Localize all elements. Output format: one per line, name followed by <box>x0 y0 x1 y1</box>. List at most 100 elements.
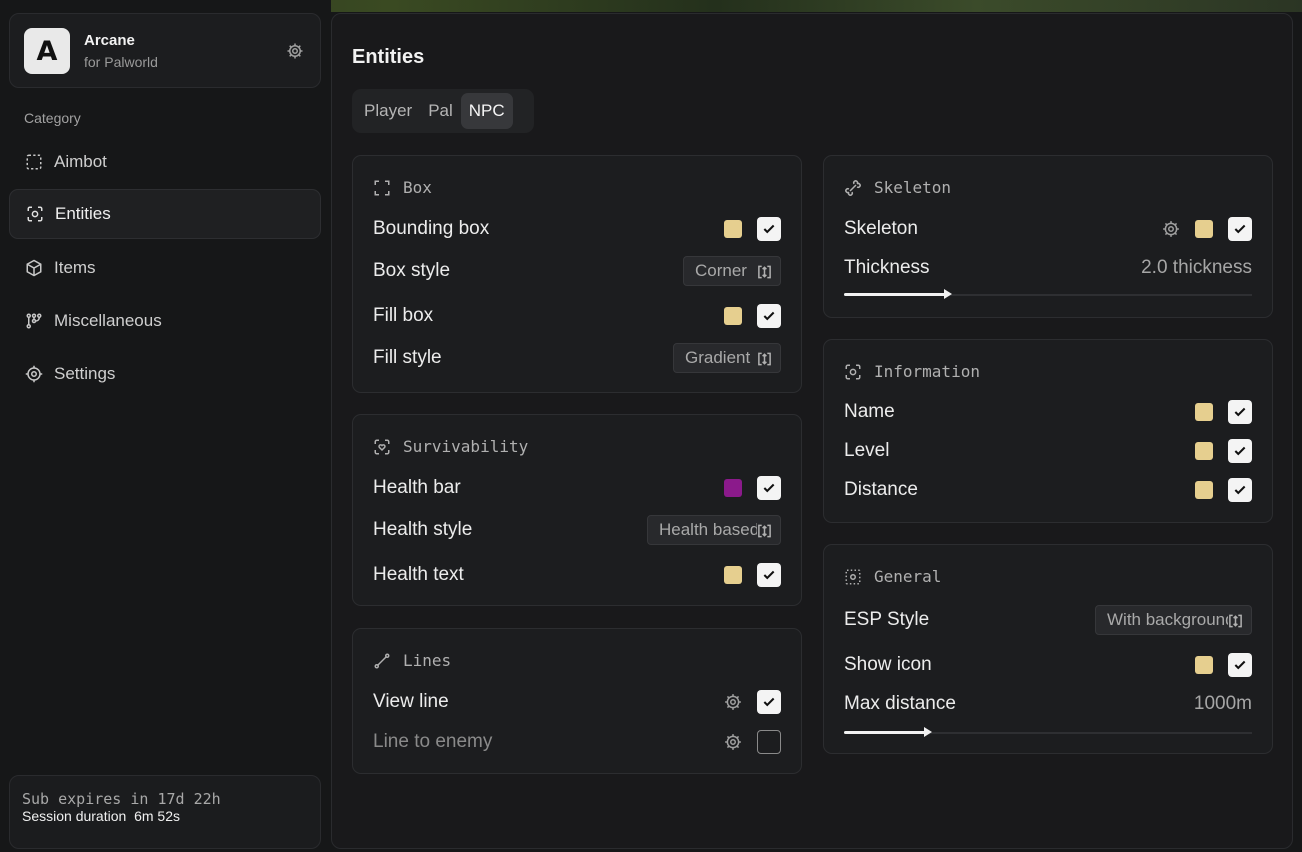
select-arrows-icon <box>1228 613 1243 629</box>
sidebar-item-aimbot[interactable]: Aimbot <box>9 137 321 187</box>
fill-box-row: Fill box <box>373 301 781 331</box>
esp-style-row: ESP Style With background <box>844 605 1252 635</box>
app-subtitle: for Palworld <box>84 54 158 70</box>
gear-icon[interactable] <box>724 693 742 711</box>
category-label: Category <box>24 110 81 126</box>
card-header: Lines <box>373 651 451 670</box>
show-icon-checkbox[interactable] <box>1228 653 1252 677</box>
session-duration-value: 6m 52s <box>134 808 180 824</box>
survivability-card: Survivability Health bar Health style He… <box>352 414 802 606</box>
name-checkbox[interactable] <box>1228 400 1252 424</box>
tab-pal[interactable]: Pal <box>420 93 461 129</box>
color-swatch[interactable] <box>1195 403 1213 421</box>
fill-style-row: Fill style Gradient <box>373 343 781 373</box>
main-panel: Entities Player Pal NPC Box Bounding box… <box>331 13 1293 849</box>
color-swatch[interactable] <box>1195 656 1213 674</box>
color-swatch[interactable] <box>724 220 742 238</box>
select-arrows-icon <box>757 351 772 367</box>
frame-corners-icon <box>374 180 390 195</box>
color-swatch[interactable] <box>724 479 742 497</box>
sidebar-item-entities[interactable]: Entities <box>9 189 321 239</box>
esp-style-select[interactable]: With background <box>1095 605 1252 635</box>
page-title: Entities <box>352 46 425 68</box>
level-row: Level <box>844 436 1252 466</box>
skeleton-checkbox[interactable] <box>1228 217 1252 241</box>
session-duration-label: Session duration <box>22 808 127 824</box>
max-distance-value: 1000m <box>1193 693 1252 714</box>
sidebar-item-items[interactable]: Items <box>9 243 321 293</box>
gear-icon[interactable] <box>724 733 742 751</box>
gear-icon <box>25 365 43 383</box>
color-swatch[interactable] <box>1195 220 1213 238</box>
name-row: Name <box>844 397 1252 427</box>
health-text-checkbox[interactable] <box>757 563 781 587</box>
color-swatch[interactable] <box>724 566 742 584</box>
scan-face-icon <box>845 364 861 379</box>
color-swatch[interactable] <box>1195 481 1213 499</box>
lines-card: Lines View line Line to enemy <box>352 628 802 774</box>
box-style-row: Box style Corner <box>373 256 781 286</box>
thickness-value: 2.0 thickness <box>1141 257 1252 278</box>
sidebar-item-label: Miscellaneous <box>54 311 162 330</box>
slider-fill <box>844 293 946 296</box>
color-swatch[interactable] <box>1195 442 1213 460</box>
box-card: Box Bounding box Box style Corner Fill b… <box>352 155 802 393</box>
tab-npc[interactable]: NPC <box>460 93 513 129</box>
skeleton-row: Skeleton <box>844 214 1252 244</box>
health-bar-row: Health bar <box>373 473 781 503</box>
max-distance-slider[interactable] <box>844 727 1252 739</box>
fill-style-select[interactable]: Gradient <box>673 343 781 373</box>
card-header: General <box>844 567 941 586</box>
focus-icon <box>845 569 861 584</box>
view-line-row: View line <box>373 687 781 717</box>
thickness-row: Thickness 2.0 thickness <box>844 257 1252 278</box>
card-header: Survivability <box>373 437 528 456</box>
card-header: Box <box>373 178 432 197</box>
sidebar: A Arcane for Palworld Category Aimbot En… <box>0 0 331 852</box>
information-card: Information Name Level Distance <box>823 339 1273 523</box>
brand-card: A Arcane for Palworld <box>9 13 321 88</box>
sub-expires-text: Sub expires in 17d 22h <box>22 790 221 808</box>
entity-tabs: Player Pal NPC <box>352 89 534 133</box>
gear-icon[interactable] <box>1162 220 1180 238</box>
max-distance-row: Max distance 1000m <box>844 693 1252 714</box>
tab-player[interactable]: Player <box>356 93 420 129</box>
fill-box-checkbox[interactable] <box>757 304 781 328</box>
box-style-select[interactable]: Corner <box>683 256 781 286</box>
crosshair-dashed-icon <box>26 154 42 170</box>
sidebar-item-settings[interactable]: Settings <box>9 349 321 399</box>
select-arrows-icon <box>757 264 772 280</box>
line-icon <box>374 653 390 668</box>
slider-fill <box>844 731 926 734</box>
session-duration: Session duration 6m 52s <box>22 808 180 824</box>
bone-icon <box>845 179 861 196</box>
level-checkbox[interactable] <box>1228 439 1252 463</box>
show-icon-row: Show icon <box>844 650 1252 680</box>
gear-icon[interactable] <box>286 42 304 60</box>
sidebar-item-label: Settings <box>54 364 116 383</box>
distance-checkbox[interactable] <box>1228 478 1252 502</box>
card-header: Skeleton <box>844 178 951 197</box>
slider-thumb[interactable] <box>944 289 952 299</box>
health-style-select[interactable]: Health based <box>647 515 781 545</box>
slider-thumb[interactable] <box>924 727 932 737</box>
general-card: General ESP Style With background Show i… <box>823 544 1273 754</box>
nodes-icon <box>26 313 42 329</box>
app-logo: A <box>24 28 70 74</box>
card-header: Information <box>844 362 980 381</box>
thickness-slider[interactable] <box>844 289 1252 301</box>
view-line-checkbox[interactable] <box>757 690 781 714</box>
session-info: Sub expires in 17d 22h Session duration … <box>9 775 321 849</box>
health-style-row: Health style Health based <box>373 515 781 545</box>
color-swatch[interactable] <box>724 307 742 325</box>
bounding-box-row: Bounding box <box>373 214 781 244</box>
health-bar-checkbox[interactable] <box>757 476 781 500</box>
bounding-box-checkbox[interactable] <box>757 217 781 241</box>
box-icon <box>26 259 42 277</box>
sidebar-item-label: Aimbot <box>54 152 107 171</box>
distance-row: Distance <box>844 475 1252 505</box>
sidebar-item-label: Entities <box>55 204 111 223</box>
sidebar-item-miscellaneous[interactable]: Miscellaneous <box>9 296 321 346</box>
scan-face-icon <box>27 206 43 222</box>
line-to-enemy-checkbox[interactable] <box>757 730 781 754</box>
